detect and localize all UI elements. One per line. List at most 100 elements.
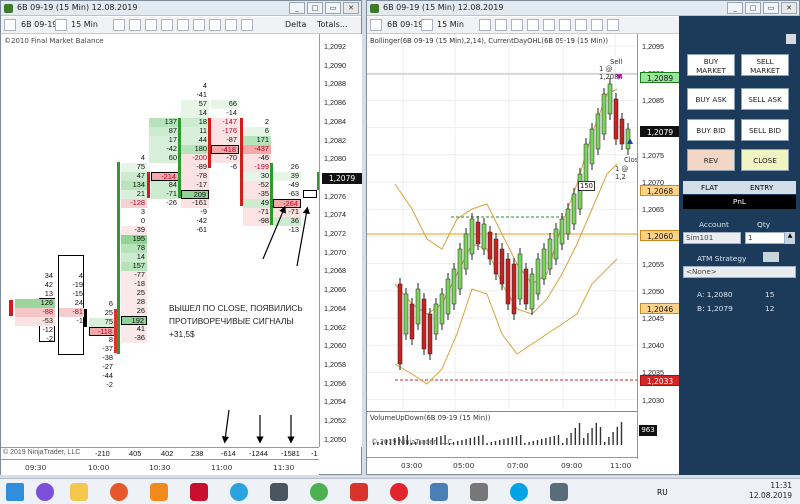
- draw-icon[interactable]: [527, 19, 539, 31]
- alice-icon[interactable]: [36, 483, 54, 501]
- interval-selector[interactable]: 15 Min: [437, 20, 464, 29]
- snapshot-icon[interactable]: [607, 19, 619, 31]
- atm-label: ATM Strategy: [697, 254, 747, 263]
- volume-bar: [570, 433, 572, 445]
- price-box-low: 1,2033: [640, 375, 680, 386]
- chart-style-icon[interactable]: [479, 19, 491, 31]
- totals-selector[interactable]: Totals...: [317, 20, 347, 29]
- total-cell: -1244: [249, 449, 268, 458]
- indicator-icon[interactable]: [543, 19, 555, 31]
- candle-body: [499, 248, 505, 285]
- grid-icon[interactable]: [209, 19, 221, 31]
- reverse-button[interactable]: REV: [687, 149, 735, 171]
- footprint-chart[interactable]: ©2010 Final Market Balance 34 42 13 126 …: [1, 34, 319, 447]
- candle-body: [409, 303, 415, 340]
- skype-icon[interactable]: [510, 483, 528, 501]
- window-icon[interactable]: [550, 483, 568, 501]
- volume-bar: [545, 438, 547, 445]
- close-icon[interactable]: ✕: [781, 2, 797, 14]
- buy-bid-button[interactable]: BUY BID: [687, 119, 735, 141]
- calculator-icon[interactable]: [470, 483, 488, 501]
- last-price-box: 1,2079: [322, 173, 362, 184]
- explorer-icon[interactable]: [70, 483, 88, 501]
- restore-icon[interactable]: ▭: [763, 2, 779, 14]
- template-icon[interactable]: [591, 19, 603, 31]
- pdf-icon[interactable]: [350, 483, 368, 501]
- instrument-selector[interactable]: 6B 09-19: [387, 20, 423, 29]
- sell-bid-button[interactable]: SELL BID: [741, 119, 789, 141]
- image-viewer-icon[interactable]: [430, 483, 448, 501]
- instrument-selector[interactable]: 6B 09-19: [21, 20, 57, 29]
- qty-stepper[interactable]: ▲: [785, 232, 795, 244]
- start-icon[interactable]: [6, 483, 24, 501]
- snapshot-icon[interactable]: [241, 19, 253, 31]
- sell-market-button[interactable]: SELL MARKET: [741, 54, 789, 76]
- total-cell: -210: [95, 449, 110, 458]
- flat-label: FLAT: [701, 183, 719, 192]
- camera-icon[interactable]: [270, 483, 288, 501]
- strategy-icon[interactable]: [193, 19, 205, 31]
- opera-icon[interactable]: [390, 483, 408, 501]
- left-title-bar[interactable]: 6B 09-19 (15 Min) 12.08.2019 _ □ ▭ ✕: [1, 1, 361, 16]
- time-label: 10:00: [88, 463, 110, 472]
- maximize-icon[interactable]: □: [745, 2, 761, 14]
- sell-ask-button[interactable]: SELL ASK: [741, 88, 789, 110]
- firefox-icon[interactable]: [110, 483, 128, 501]
- total-cell: -614: [221, 449, 236, 458]
- time-label: 11:00: [610, 461, 632, 470]
- candle-body: [613, 98, 619, 140]
- close-position-button[interactable]: CLOSE: [741, 149, 789, 171]
- candle-body: [427, 313, 433, 355]
- buy-ask-button[interactable]: BUY ASK: [687, 88, 735, 110]
- account-select[interactable]: Sim101: [683, 232, 741, 244]
- delta-selector[interactable]: Delta: [285, 20, 306, 29]
- candlestick-chart[interactable]: Bollinger(6B 09-19 (15 Min),2,14), Curre…: [367, 34, 638, 409]
- qty-input[interactable]: 1: [745, 232, 785, 244]
- chrome-icon[interactable]: [310, 483, 328, 501]
- properties-icon[interactable]: [511, 19, 523, 31]
- price-tick: 1,2050: [642, 286, 664, 296]
- avast-icon[interactable]: [150, 483, 168, 501]
- candle-body: [595, 113, 601, 150]
- candle-body: [493, 238, 499, 275]
- price-tick: 1,2082: [324, 135, 346, 145]
- chart-style-icon[interactable]: [113, 19, 125, 31]
- price-tick: 1,2045: [642, 314, 664, 323]
- atm-settings-icon[interactable]: [763, 252, 779, 262]
- volume-bar: [578, 423, 581, 445]
- annotation-arrows: [221, 205, 310, 444]
- properties-icon[interactable]: [145, 19, 157, 31]
- telegram-icon[interactable]: [230, 483, 248, 501]
- chart-trader-panel: BUY MARKET SELL MARKET BUY ASK SELL ASK …: [679, 16, 800, 475]
- language-indicator[interactable]: RU: [657, 488, 668, 497]
- toolbar-menu-icon[interactable]: [4, 19, 16, 31]
- interval-selector[interactable]: 15 Min: [71, 20, 98, 29]
- candle-body: [589, 128, 595, 165]
- right-title-bar[interactable]: 6B 09-19 (15 Min) 12.08.2019 _ □ ▭ ✕: [367, 1, 799, 16]
- price-tick: 1,2055: [642, 259, 664, 269]
- strategy-icon[interactable]: [559, 19, 571, 31]
- zoom-icon[interactable]: [129, 19, 141, 31]
- price-tick: 1,2064: [324, 303, 346, 313]
- search-icon[interactable]: [421, 19, 433, 31]
- atm-strategy-select[interactable]: <None>: [683, 266, 796, 278]
- panel-close-icon[interactable]: [786, 34, 796, 44]
- maximize-icon[interactable]: □: [307, 2, 323, 14]
- indicator-icon[interactable]: [177, 19, 189, 31]
- buy-market-button[interactable]: BUY MARKET: [687, 54, 735, 76]
- minimize-icon[interactable]: _: [727, 2, 743, 14]
- draw-icon[interactable]: [161, 19, 173, 31]
- restore-icon[interactable]: ▭: [325, 2, 341, 14]
- price-tick: 1,2030: [642, 395, 664, 405]
- price-tick: 1,2062: [324, 322, 346, 332]
- system-clock[interactable]: 11:31 12.08.2019: [749, 481, 792, 501]
- close-icon[interactable]: ✕: [343, 2, 359, 14]
- template-icon[interactable]: [225, 19, 237, 31]
- toolbar-menu-icon[interactable]: [370, 19, 382, 31]
- ninjatrader-icon[interactable]: [190, 483, 208, 501]
- minimize-icon[interactable]: _: [289, 2, 305, 14]
- time-label: 10:30: [149, 463, 171, 472]
- zoom-icon[interactable]: [495, 19, 507, 31]
- search-icon[interactable]: [55, 19, 67, 31]
- grid-icon[interactable]: [575, 19, 587, 31]
